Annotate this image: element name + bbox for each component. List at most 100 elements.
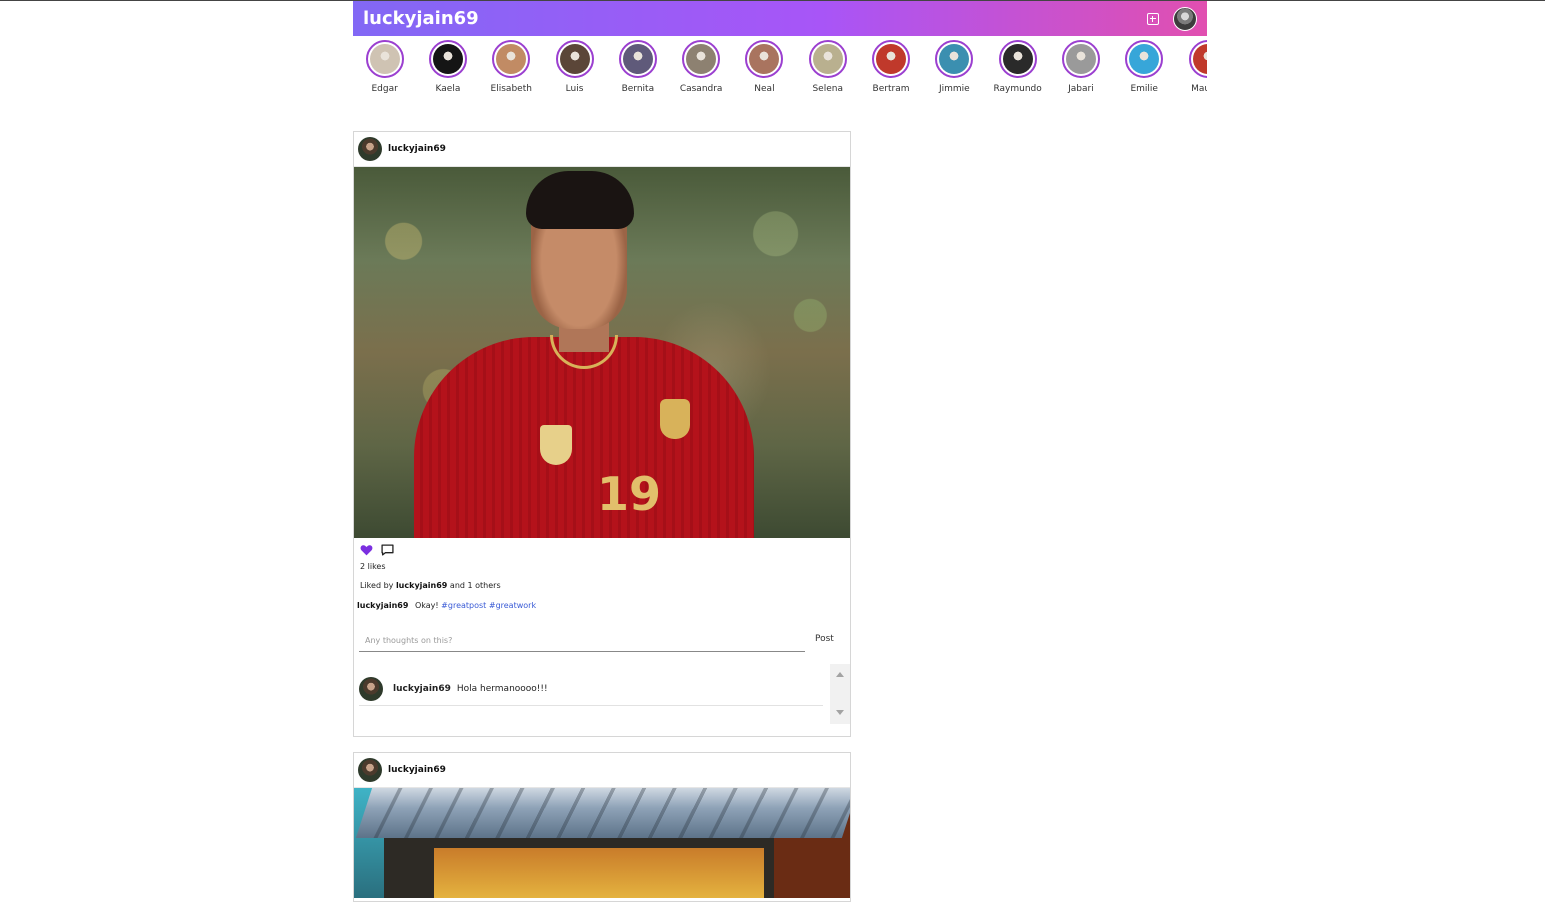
comment-icon[interactable]	[381, 544, 394, 556]
story-ring	[745, 40, 784, 78]
hashtag-link[interactable]: #greatpost	[441, 601, 486, 610]
jersey-number: 19	[597, 467, 662, 521]
story-ring	[1188, 40, 1207, 78]
post-caption: luckyjain69 Okay! #greatpost #greatwork	[354, 590, 850, 610]
scroll-down-arrow-icon[interactable]	[836, 710, 844, 715]
story-item[interactable]: Selena	[796, 40, 859, 110]
story-avatar	[1002, 44, 1033, 74]
story-ring	[428, 40, 467, 78]
comment-text: Hola hermanoooo!!!	[456, 683, 548, 694]
story-username: Raymundo	[993, 84, 1042, 94]
story-ring	[808, 40, 847, 78]
story-ring	[365, 40, 404, 78]
liked-by-line: Liked by luckyjain69 and 1 others	[354, 571, 850, 590]
post-header: luckyjain69	[354, 753, 850, 788]
liked-by-user[interactable]: luckyjain69	[396, 581, 447, 590]
story-avatar	[369, 44, 400, 74]
story-ring	[618, 40, 657, 78]
story-avatar	[939, 44, 970, 74]
story-item[interactable]: Jimmie	[923, 40, 986, 110]
story-item[interactable]: Bernita	[606, 40, 669, 110]
likes-count: 2 likes	[360, 562, 386, 571]
story-item[interactable]: Casandra	[669, 40, 732, 110]
post-actions	[354, 538, 850, 556]
top-bar: luckyjain69	[353, 1, 1207, 36]
author-avatar[interactable]	[358, 137, 382, 161]
story-avatar	[749, 44, 780, 74]
story-item[interactable]: Luis	[543, 40, 606, 110]
liked-by-suffix: and 1 others	[449, 581, 501, 590]
story-username: Bernita	[621, 84, 655, 94]
plus-square-icon[interactable]	[1147, 12, 1159, 25]
story-item[interactable]: Bertram	[859, 40, 922, 110]
story-avatar	[432, 44, 463, 74]
story-avatar	[1129, 44, 1160, 74]
scroll-up-arrow-icon[interactable]	[836, 672, 844, 677]
post-author[interactable]: luckyjain69	[388, 765, 446, 775]
story-item[interactable]: Raymundo	[986, 40, 1049, 110]
profile-avatar[interactable]	[1173, 6, 1197, 31]
story-ring	[998, 40, 1037, 78]
story-username: Kaela	[435, 84, 461, 94]
commenter-avatar[interactable]	[359, 676, 383, 701]
story-username: Maudie	[1191, 84, 1207, 94]
story-avatar	[876, 44, 907, 74]
storefront-awning	[355, 788, 850, 838]
story-ring	[1125, 40, 1164, 78]
story-item[interactable]: Neal	[733, 40, 796, 110]
hashtag-link[interactable]: #greatwork	[489, 601, 536, 610]
story-ring	[682, 40, 721, 78]
post-image[interactable]: 19	[354, 167, 850, 538]
story-avatar	[622, 44, 653, 74]
story-username: Elisabeth	[490, 84, 532, 94]
post-comment-button[interactable]: Post	[815, 634, 834, 652]
caption-author[interactable]: luckyjain69	[357, 601, 408, 610]
comments-list[interactable]: luckyjain69 Hola hermanoooo!!!	[354, 664, 850, 724]
story-username: Emilie	[1130, 84, 1158, 94]
story-avatar	[559, 44, 590, 74]
story-avatar	[1192, 44, 1207, 74]
story-item[interactable]: Kaela	[416, 40, 479, 110]
story-avatar	[812, 44, 843, 74]
storefront-sign	[434, 848, 764, 898]
comment-input[interactable]	[359, 630, 805, 652]
story-ring	[555, 40, 594, 78]
story-username: Edgar	[371, 84, 398, 94]
team-crest	[660, 399, 690, 439]
story-username: Casandra	[679, 84, 723, 94]
stories-bar: Edgar Kaela Elisabeth Luis Bernita Casandra Ne…	[353, 40, 1207, 110]
header-actions	[1147, 6, 1197, 31]
comment-form: Post	[354, 610, 850, 652]
story-username: Jimmie	[938, 84, 970, 94]
brand-title[interactable]: luckyjain69	[363, 8, 479, 29]
comments-scrollbar[interactable]	[830, 664, 850, 724]
story-avatar	[496, 44, 527, 74]
story-username: Jabari	[1068, 84, 1094, 94]
heart-icon[interactable]	[360, 544, 373, 556]
story-item[interactable]: Edgar	[353, 40, 416, 110]
post-header: luckyjain69	[354, 132, 850, 167]
story-avatar	[1065, 44, 1096, 74]
caption-text: Okay!	[414, 601, 439, 610]
story-item[interactable]: Jabari	[1049, 40, 1112, 110]
story-username: Luis	[565, 84, 584, 94]
post-card: luckyjain69 19 2 likes Liked by luckyjai…	[353, 131, 851, 737]
story-username: Selena	[812, 84, 843, 94]
story-ring	[492, 40, 531, 78]
post-image[interactable]	[354, 788, 850, 898]
story-username: Bertram	[872, 84, 910, 94]
champion-badge	[540, 425, 572, 465]
app-container: luckyjain69 Edgar Kaela Elisabeth Luis Berni…	[353, 1, 1207, 110]
story-username: Neal	[754, 84, 775, 94]
post-card: luckyjain69	[353, 752, 851, 902]
story-item[interactable]: Maudie	[1176, 40, 1207, 110]
comment-author[interactable]: luckyjain69	[393, 684, 451, 694]
post-author[interactable]: luckyjain69	[388, 144, 446, 154]
liked-by-prefix: Liked by	[360, 581, 394, 590]
story-ring	[1061, 40, 1100, 78]
story-avatar	[686, 44, 717, 74]
story-item[interactable]: Elisabeth	[480, 40, 543, 110]
story-item[interactable]: Emilie	[1113, 40, 1176, 110]
comment-item: luckyjain69 Hola hermanoooo!!!	[359, 672, 823, 706]
author-avatar[interactable]	[358, 758, 382, 782]
